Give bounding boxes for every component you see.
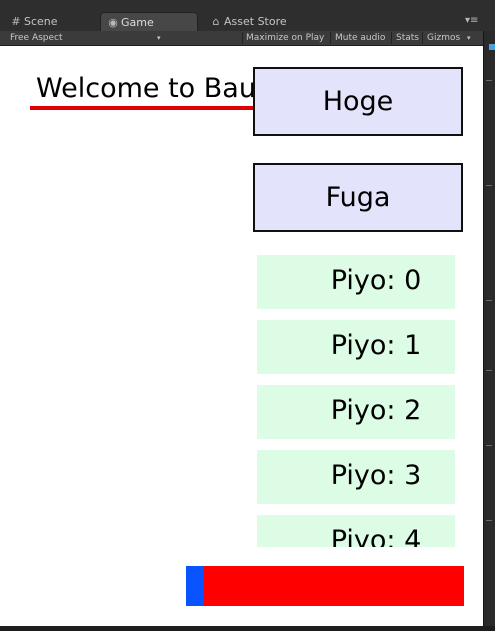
tab-scene[interactable]: # Scene [4,12,94,31]
gizmos-toggle[interactable]: Gizmos [427,31,460,45]
piyo-scroll-list[interactable]: Piyo: 0 Piyo: 1 Piyo: 2 Piyo: 3 Piyo: 4 [257,255,455,547]
gizmos-chevron-icon[interactable]: ▾ [467,31,471,45]
tab-game-label: Game [121,16,154,29]
tab-menu-icon[interactable]: ▾≡ [465,16,479,26]
tab-game[interactable]: ◉ Game [100,12,198,31]
welcome-text: Welcome to Bau [36,73,256,104]
piyo-item-0[interactable]: Piyo: 0 [257,255,455,309]
side-panel-tick [486,445,492,446]
aspect-dropdown[interactable]: Free Aspect ▾ [10,31,166,45]
welcome-underline [30,106,266,110]
piyo-item-2[interactable]: Piyo: 2 [257,385,455,439]
piyo-item-1[interactable]: Piyo: 1 [257,320,455,374]
toolbar-divider [242,32,243,44]
side-panel-edge [483,31,495,631]
progress-bar [186,566,464,606]
scene-grid-icon: # [11,15,21,28]
mute-audio-toggle[interactable]: Mute audio [335,31,385,45]
asset-store-icon: ⌂ [212,15,220,28]
side-panel-marker [489,44,495,50]
hoge-button[interactable]: Hoge [253,67,463,136]
side-panel-tick [486,300,492,301]
editor-tab-bar: # Scene ◉ Game ⌂ Asset Store ▾≡ [0,0,495,32]
fuga-button[interactable]: Fuga [253,163,463,232]
side-panel-tick [486,370,492,371]
chevron-down-icon: ▾ [157,34,161,42]
toolbar-divider [422,32,423,44]
window-bottom-edge [0,626,495,631]
tab-asset-store[interactable]: ⌂ Asset Store [204,12,314,31]
side-panel-tick [486,520,492,521]
side-panel-tick [486,80,492,81]
stats-toggle[interactable]: Stats [396,31,419,45]
piyo-item-4[interactable]: Piyo: 4 [257,515,455,547]
game-viewport: Welcome to Bau Hoge Fuga Piyo: 0 Piyo: 1… [0,46,483,626]
progress-bar-fill [186,566,205,606]
aspect-label: Free Aspect [10,33,63,43]
toolbar-divider [330,32,331,44]
toolbar-divider [391,32,392,44]
piyo-item-3[interactable]: Piyo: 3 [257,450,455,504]
tab-scene-label: Scene [24,15,58,28]
game-view-toolbar: Free Aspect ▾ Maximize on Play Mute audi… [0,31,483,46]
tab-asset-store-label: Asset Store [224,15,287,28]
game-icon: ◉ [108,16,118,29]
side-panel-tick [486,185,492,186]
maximize-on-play-toggle[interactable]: Maximize on Play [246,31,324,45]
